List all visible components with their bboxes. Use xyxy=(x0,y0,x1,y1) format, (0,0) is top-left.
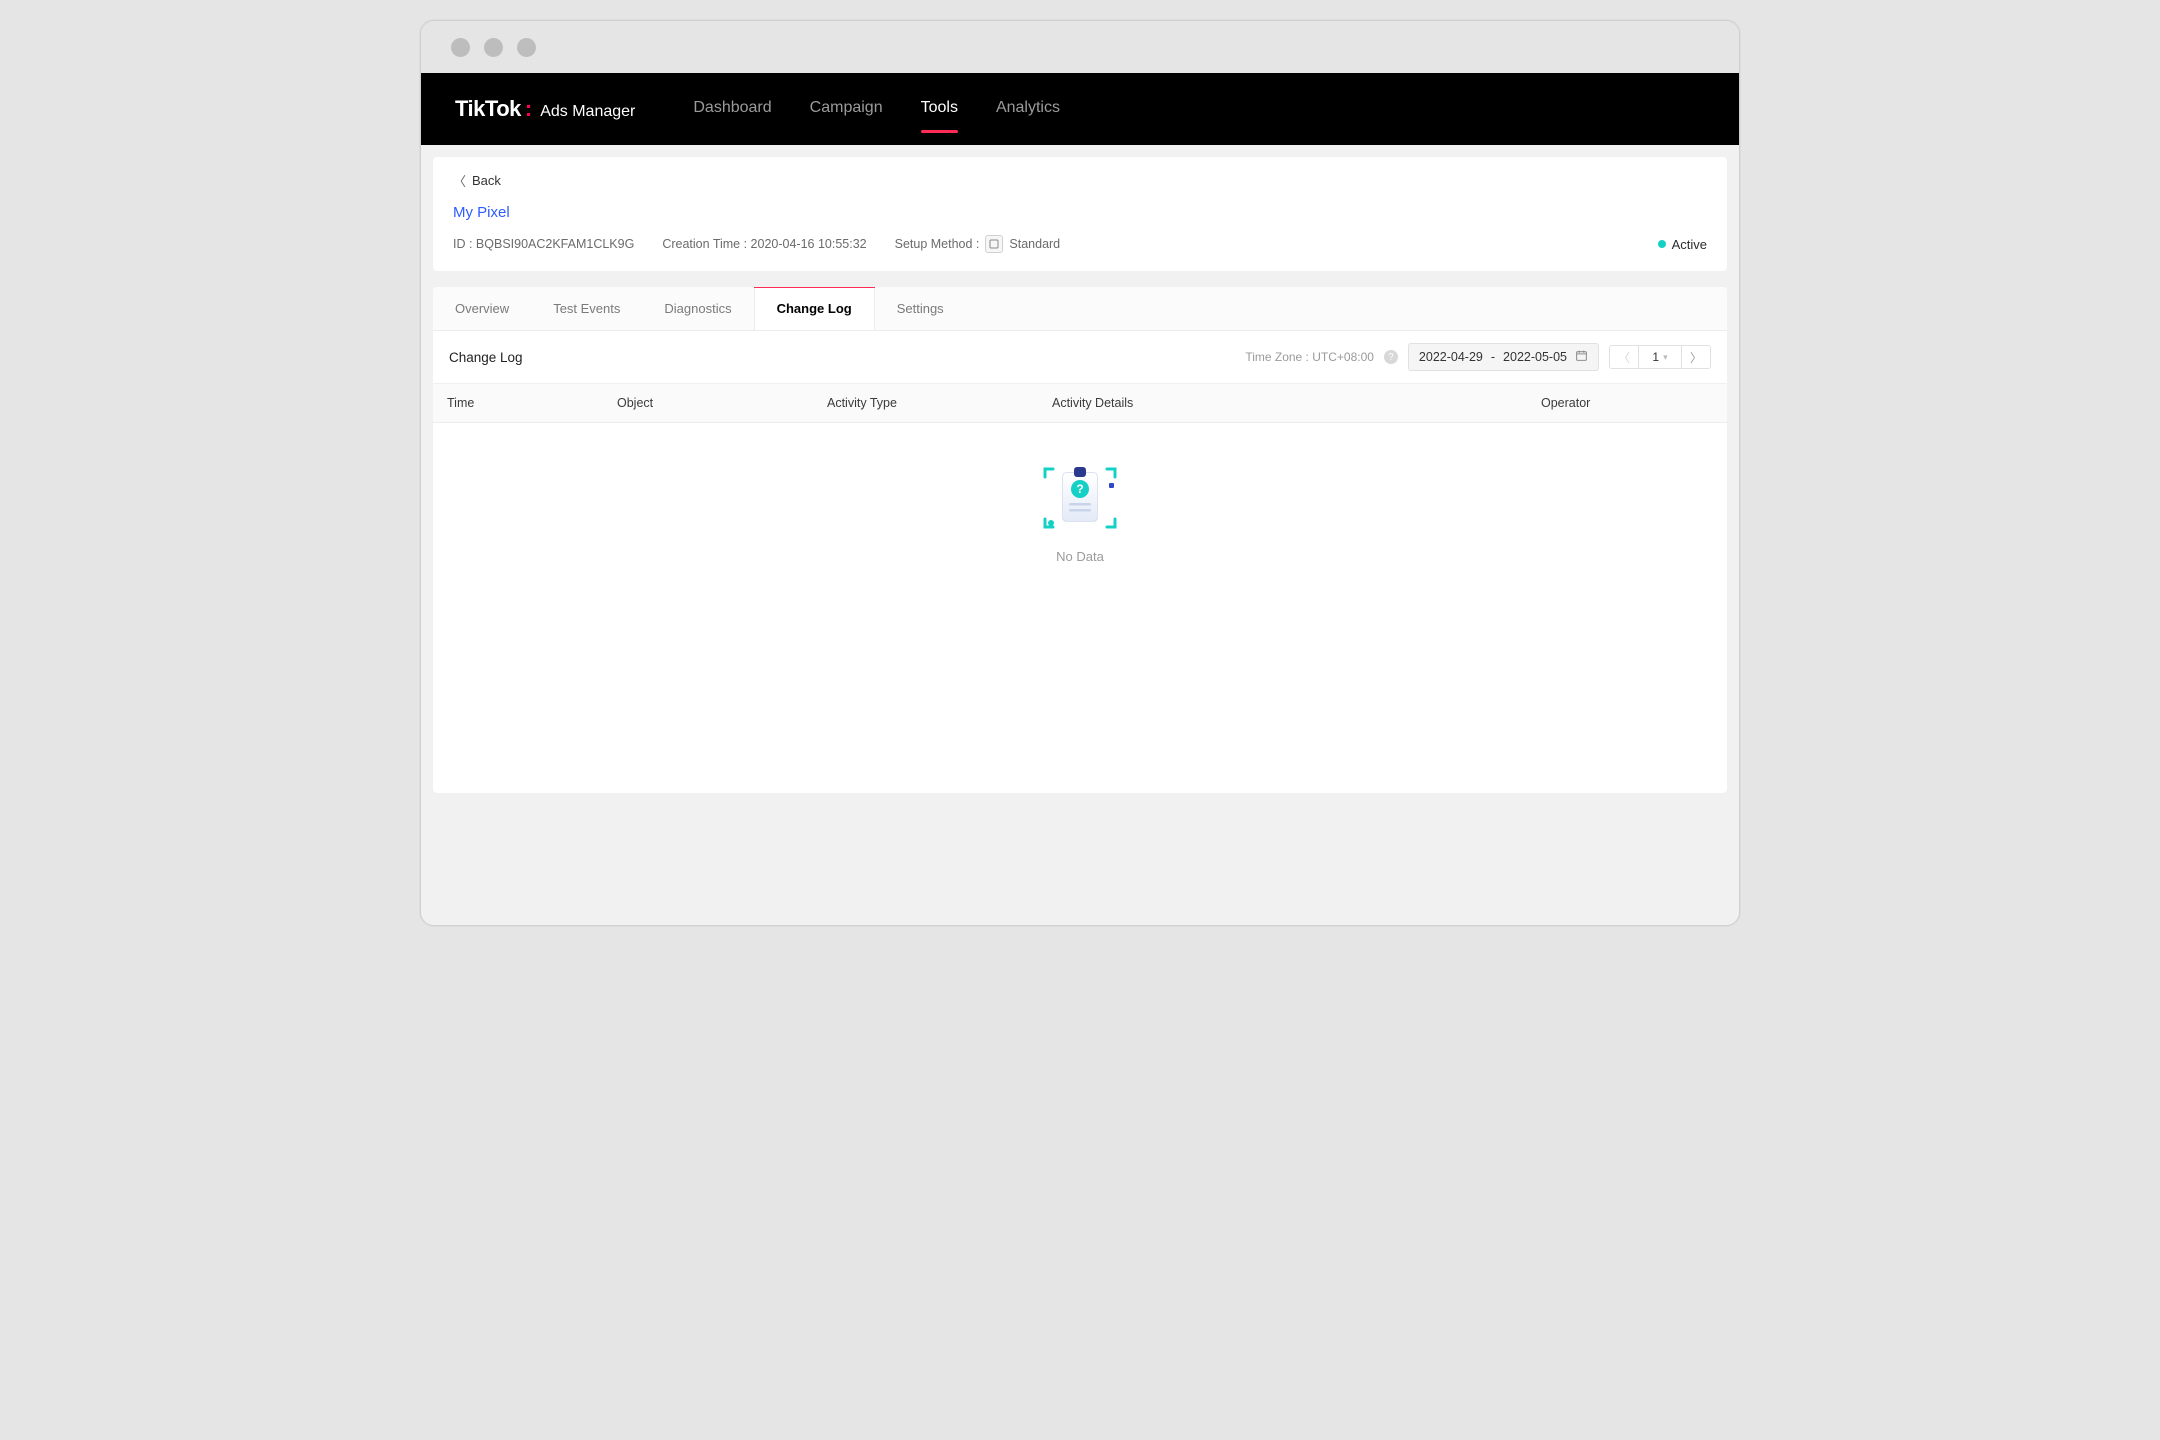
th-object: Object xyxy=(603,384,813,422)
nav-item-tools[interactable]: Tools xyxy=(921,99,958,119)
brand-sub: Ads Manager xyxy=(540,103,635,121)
tab-test-events[interactable]: Test Events xyxy=(531,287,642,330)
timezone-label: Time Zone : UTC+08:00 xyxy=(1245,350,1374,364)
content-section: Overview Test Events Diagnostics Change … xyxy=(433,287,1727,793)
nav-item-analytics[interactable]: Analytics xyxy=(996,99,1060,119)
pixel-creation-time: Creation Time : 2020-04-16 10:55:32 xyxy=(662,237,866,251)
tab-diagnostics[interactable]: Diagnostics xyxy=(642,287,753,330)
svg-text:?: ? xyxy=(1076,482,1083,496)
date-range-picker[interactable]: 2022-04-29 - 2022-05-05 xyxy=(1408,343,1599,371)
setup-method-value: Standard xyxy=(1009,237,1060,251)
empty-state: ? No Data xyxy=(433,423,1727,793)
th-activity-details: Activity Details xyxy=(1038,384,1527,422)
no-data-icon: ? xyxy=(1041,463,1119,535)
nav-item-campaign[interactable]: Campaign xyxy=(810,99,883,119)
tab-change-log[interactable]: Change Log xyxy=(754,287,875,330)
pager-page-number: 1 xyxy=(1652,350,1659,364)
pagination: 〈 1 ▾ 〉 xyxy=(1609,345,1711,369)
pixel-id: ID : BQBSI90AC2KFAM1CLK9G xyxy=(453,237,634,251)
code-icon xyxy=(985,235,1003,253)
pixel-header-card: 〈 Back My Pixel ID : BQBSI90AC2KFAM1CLK9… xyxy=(433,157,1727,271)
th-activity-type: Activity Type xyxy=(813,384,1038,422)
tab-bar: Overview Test Events Diagnostics Change … xyxy=(433,287,1727,331)
top-nav: TikTok: Ads Manager Dashboard Campaign T… xyxy=(421,73,1739,145)
status-label: Active xyxy=(1672,237,1707,252)
pixel-meta-row: ID : BQBSI90AC2KFAM1CLK9G Creation Time … xyxy=(453,235,1707,253)
calendar-icon xyxy=(1575,349,1588,365)
brand-logo: TikTok: Ads Manager xyxy=(455,96,635,122)
change-log-toolbar: Change Log Time Zone : UTC+08:00 ? 2022-… xyxy=(433,331,1727,384)
date-end: 2022-05-05 xyxy=(1503,350,1567,364)
section-title: Change Log xyxy=(449,350,523,365)
date-start: 2022-04-29 xyxy=(1419,350,1483,364)
nav-item-dashboard[interactable]: Dashboard xyxy=(693,99,771,119)
chevron-down-icon: ▾ xyxy=(1663,352,1668,363)
back-button[interactable]: 〈 Back xyxy=(453,171,1707,190)
page-body: 〈 Back My Pixel ID : BQBSI90AC2KFAM1CLK9… xyxy=(421,145,1739,925)
window-chrome xyxy=(421,21,1739,73)
date-separator: - xyxy=(1491,350,1495,364)
help-icon[interactable]: ? xyxy=(1384,350,1398,364)
brand-name: TikTok xyxy=(455,96,521,122)
empty-label: No Data xyxy=(1056,549,1104,564)
th-time: Time xyxy=(433,384,603,422)
brand-colon-icon: : xyxy=(525,96,532,122)
tab-settings[interactable]: Settings xyxy=(875,287,966,330)
status-dot-icon xyxy=(1658,240,1666,248)
browser-window: TikTok: Ads Manager Dashboard Campaign T… xyxy=(420,20,1740,926)
table-header: Time Object Activity Type Activity Detai… xyxy=(433,384,1727,423)
chevron-left-icon: 〈 xyxy=(453,171,466,190)
pixel-setup-method: Setup Method : Standard xyxy=(895,235,1061,253)
pager-page-select[interactable]: 1 ▾ xyxy=(1638,346,1682,368)
window-dot xyxy=(451,38,470,57)
th-operator: Operator xyxy=(1527,384,1727,422)
pixel-name-link[interactable]: My Pixel xyxy=(453,204,1707,221)
back-label: Back xyxy=(472,173,501,188)
nav-items: Dashboard Campaign Tools Analytics xyxy=(693,99,1060,119)
pixel-status: Active xyxy=(1658,237,1707,252)
tab-overview[interactable]: Overview xyxy=(433,287,531,330)
window-dot xyxy=(517,38,536,57)
pager-prev-button[interactable]: 〈 xyxy=(1610,346,1638,368)
pager-next-button[interactable]: 〉 xyxy=(1682,346,1710,368)
setup-method-label: Setup Method : xyxy=(895,237,980,251)
window-dot xyxy=(484,38,503,57)
